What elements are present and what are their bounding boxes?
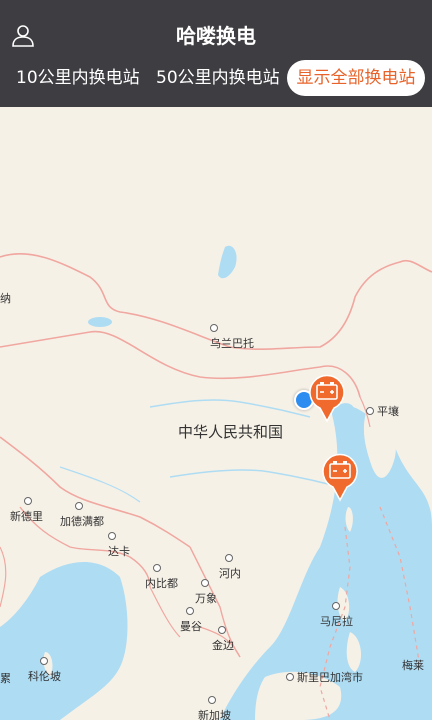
battery-swap-station-pin[interactable] (307, 373, 347, 423)
city-label: 内比都 (145, 562, 178, 591)
app-header: 哈喽换电 10公里内换电站 50公里内换电站 显示全部换电站 (0, 0, 432, 107)
filter-10km-button[interactable]: 10公里内换电站 (16, 60, 140, 96)
city-label: 马尼拉 (320, 600, 353, 629)
city-label: 河内 (219, 552, 241, 581)
map-view[interactable]: 乌兰巴托 平壤 中华人民共和国 新德里 加德满都 达卡 内比都 河内 万象 曼谷… (0, 107, 432, 720)
city-label: 斯里巴加湾市 (286, 669, 363, 685)
city-label: 曼谷 (180, 605, 202, 634)
filter-all-button[interactable]: 显示全部换电站 (287, 60, 425, 96)
city-label: 平壤 (366, 403, 399, 419)
battery-swap-station-pin[interactable] (320, 452, 360, 502)
distance-filter-bar: 10公里内换电站 50公里内换电站 显示全部换电站 (0, 60, 432, 96)
country-label: 中华人民共和国 (178, 423, 284, 441)
city-label: 达卡 (108, 530, 130, 559)
city-label: 纳 (0, 292, 11, 305)
city-label: 新德里 (10, 495, 43, 524)
battery-swap-station-icon (322, 453, 358, 502)
city-label: 新加坡 (198, 694, 231, 720)
city-label: 万象 (195, 577, 217, 606)
city-label: 加德满都 (60, 500, 104, 529)
city-label: 科伦坡 (28, 655, 61, 684)
page-title: 哈喽换电 (176, 24, 256, 48)
city-label: 金边 (212, 624, 234, 653)
battery-swap-station-icon (309, 374, 345, 423)
city-label: 梅莱 (402, 659, 424, 672)
city-label: 累 (0, 672, 11, 685)
filter-50km-button[interactable]: 50公里内换电站 (156, 60, 280, 96)
city-label: 乌兰巴托 (210, 322, 254, 351)
